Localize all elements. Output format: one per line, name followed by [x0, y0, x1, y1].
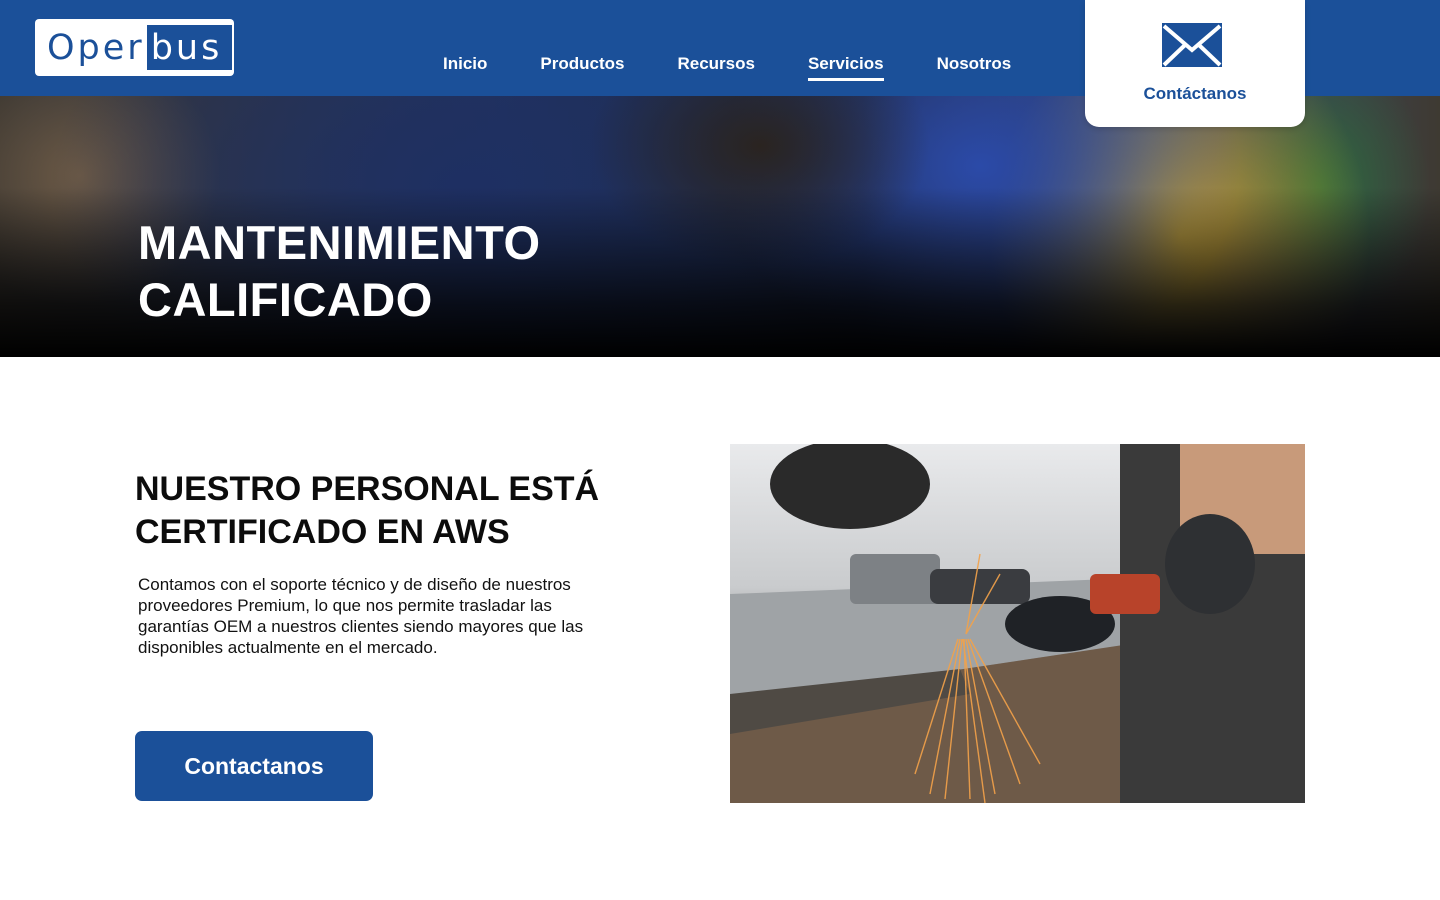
hero-title-line2: CALIFICADO: [138, 273, 433, 326]
section-title-line1: NUESTRO PERSONAL ESTÁ: [135, 470, 600, 508]
section-title-line2: CERTIFICADO EN AWS: [135, 513, 510, 551]
nav-item-inicio[interactable]: Inicio: [443, 54, 487, 74]
hero-title-line1: MANTENIMIENTO: [138, 216, 541, 269]
nav-item-productos[interactable]: Productos: [540, 54, 624, 74]
grinding-photo-art: [730, 444, 1305, 803]
section-title: NUESTRO PERSONAL ESTÁ CERTIFICADO EN AWS: [135, 468, 655, 554]
main-nav: Inicio Productos Recursos Servicios Noso…: [443, 54, 1064, 81]
logo[interactable]: Oper bus: [35, 19, 234, 76]
nav-item-recursos[interactable]: Recursos: [677, 54, 754, 74]
hero-banner: MANTENIMIENTO CALIFICADO: [0, 96, 1440, 357]
logo-text-oper: Oper: [41, 25, 147, 70]
section-body-text: Contamos con el soporte técnico y de dis…: [138, 575, 584, 657]
nav-item-nosotros[interactable]: Nosotros: [937, 54, 1012, 74]
nav-item-servicios[interactable]: Servicios: [807, 54, 884, 81]
contact-button[interactable]: Contactanos: [135, 731, 373, 801]
logo-text-bus: bus: [146, 25, 233, 70]
hero-title: MANTENIMIENTO CALIFICADO: [138, 214, 541, 328]
envelope-icon: [1162, 23, 1222, 67]
contact-card-label: Contáctanos: [1143, 84, 1247, 103]
grinding-photo: [730, 444, 1305, 803]
contact-card[interactable]: Contáctanos: [1085, 0, 1305, 127]
